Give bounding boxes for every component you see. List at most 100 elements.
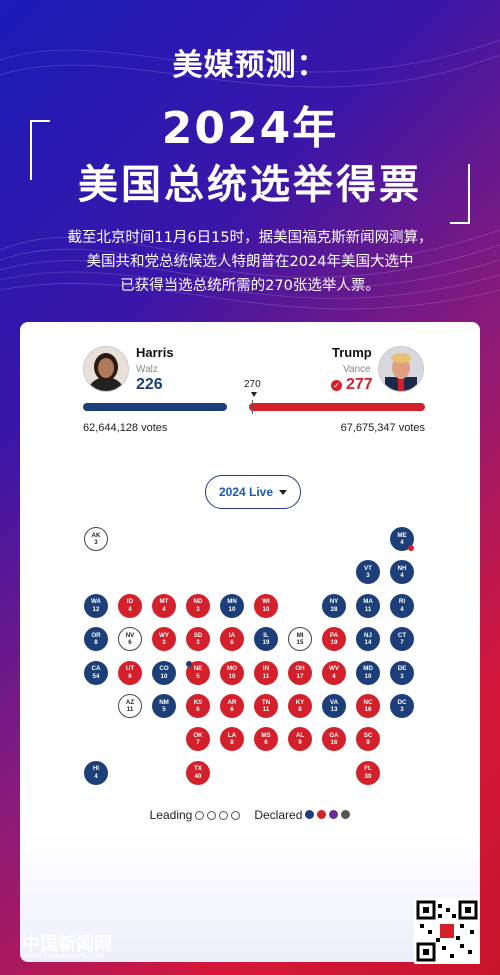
state-abbr: LA xyxy=(227,731,237,739)
state-il[interactable]: IL 19 xyxy=(254,627,278,652)
state-ev: 4 xyxy=(400,605,404,613)
state-ga[interactable]: GA 16 xyxy=(322,727,346,752)
state-pa[interactable]: PA 19 xyxy=(322,627,346,652)
state-abbr: IL xyxy=(263,631,269,639)
state-id[interactable]: ID 4 xyxy=(118,593,142,618)
state-ev: 9 xyxy=(366,739,370,747)
state-ev: 3 xyxy=(162,639,166,647)
state-ev: 11 xyxy=(364,605,372,613)
state-ct[interactable]: CT 7 xyxy=(390,627,414,652)
state-ev: 3 xyxy=(400,672,404,680)
chevron-down-icon xyxy=(279,489,288,495)
state-fl[interactable]: FL 30 xyxy=(356,760,380,785)
state-wy[interactable]: WY 3 xyxy=(152,627,176,652)
state-abbr: AZ xyxy=(125,698,135,706)
description: 截至北京时间11月6日15时，据美国福克斯新闻网测算， 美国共和党总统候选人特朗… xyxy=(20,226,480,298)
state-ks[interactable]: KS 6 xyxy=(186,694,210,718)
state-abbr: KS xyxy=(193,698,203,706)
state-wa[interactable]: WA 12 xyxy=(84,593,108,618)
legend-leading-swatch xyxy=(231,810,241,820)
state-nj[interactable]: NJ 14 xyxy=(356,627,380,652)
state-az[interactable]: AZ 11 xyxy=(118,694,142,718)
state-de[interactable]: DE 3 xyxy=(390,660,414,685)
harris-popular-votes: 62,644,128 votes xyxy=(83,422,168,434)
state-wi[interactable]: WI 10 xyxy=(254,593,278,618)
state-abbr: WA xyxy=(91,598,101,606)
state-ak[interactable]: AK 3 xyxy=(84,527,108,551)
state-ok[interactable]: OK 7 xyxy=(186,727,210,752)
state-oh[interactable]: OH 17 xyxy=(288,660,312,685)
state-nm[interactable]: NM 5 xyxy=(152,694,176,718)
state-ev: 10 xyxy=(160,672,168,680)
state-tx[interactable]: TX 40 xyxy=(186,760,210,785)
state-abbr: VT xyxy=(364,564,372,572)
state-dc[interactable]: DC 3 xyxy=(390,694,414,718)
state-nc[interactable]: NC 16 xyxy=(356,694,380,718)
state-sd[interactable]: SD 3 xyxy=(186,627,210,652)
state-co[interactable]: CO 10 xyxy=(152,660,176,685)
state-abbr: MN xyxy=(227,598,237,606)
state-or[interactable]: OR 8 xyxy=(84,627,108,652)
state-md[interactable]: MD 10 xyxy=(356,660,380,685)
state-abbr: MS xyxy=(261,731,271,739)
state-la[interactable]: LA 8 xyxy=(220,727,244,752)
state-mo[interactable]: MO 10 xyxy=(220,660,244,685)
description-line: 截至北京时间11月6日15时，据美国福克斯新闻网测算， xyxy=(67,230,433,246)
state-ev: 19 xyxy=(330,639,338,647)
main-title: 美国总统选举得票 xyxy=(78,162,422,208)
trump-avatar xyxy=(378,346,424,392)
legend-declared-swatch xyxy=(305,810,315,819)
state-abbr: KY xyxy=(295,698,305,706)
state-abbr: MD xyxy=(363,665,373,673)
state-va[interactable]: VA 13 xyxy=(322,694,346,718)
state-ia[interactable]: IA 6 xyxy=(220,627,244,652)
state-ev: 3 xyxy=(196,605,200,613)
state-ev: 6 xyxy=(264,739,268,747)
trump-vp: Vance xyxy=(343,364,371,375)
state-ev: 8 xyxy=(230,739,234,747)
state-mi[interactable]: MI 15 xyxy=(288,627,312,652)
state-ma[interactable]: MA 11 xyxy=(356,593,380,618)
state-tn[interactable]: TN 11 xyxy=(254,694,278,718)
state-wv[interactable]: WV 4 xyxy=(322,660,346,685)
state-vt[interactable]: VT 3 xyxy=(356,560,380,585)
state-hi[interactable]: HI 4 xyxy=(84,760,108,785)
state-abbr: PA xyxy=(329,631,339,639)
state-ev: 10 xyxy=(364,672,372,680)
state-ev: 28 xyxy=(330,605,338,613)
state-ca[interactable]: CA 54 xyxy=(84,660,108,685)
harris-avatar xyxy=(83,346,129,392)
state-ny[interactable]: NY 28 xyxy=(322,593,346,618)
state-mt[interactable]: MT 4 xyxy=(152,593,176,618)
state-abbr: OK xyxy=(193,731,203,739)
state-abbr: MT xyxy=(159,598,169,606)
state-nv[interactable]: NV 6 xyxy=(118,627,142,652)
description-line: 美国共和党总统候选人特朗普在2024年美国大选中 xyxy=(86,254,414,270)
state-ms[interactable]: MS 6 xyxy=(254,727,278,752)
state-abbr: NY xyxy=(329,598,339,606)
state-al[interactable]: AL 9 xyxy=(288,727,312,752)
state-nd[interactable]: ND 3 xyxy=(186,593,210,618)
live-dropdown[interactable]: 2024 Live xyxy=(205,475,301,509)
state-ev: 6 xyxy=(230,639,234,647)
state-ut[interactable]: UT 6 xyxy=(118,660,142,685)
state-ky[interactable]: KY 8 xyxy=(288,694,312,718)
state-ev: 4 xyxy=(400,539,404,546)
state-nh[interactable]: NH 4 xyxy=(390,560,414,585)
state-ev: 7 xyxy=(400,639,404,647)
state-ri[interactable]: RI 4 xyxy=(390,593,414,618)
harris-vp: Walz xyxy=(136,364,158,375)
state-mn[interactable]: MN 10 xyxy=(220,593,244,618)
state-ev: 3 xyxy=(196,639,200,647)
legend-declared-swatch xyxy=(341,810,351,819)
state-sc[interactable]: SC 9 xyxy=(356,727,380,752)
state-abbr: NV xyxy=(125,631,135,639)
state-ev: 11 xyxy=(262,706,270,713)
state-ev: 10 xyxy=(228,672,236,680)
state-ev: 17 xyxy=(296,672,304,680)
state-ar[interactable]: AR 6 xyxy=(220,694,244,718)
state-abbr: DE xyxy=(397,665,407,673)
state-abbr: ND xyxy=(193,598,203,606)
state-in[interactable]: IN 11 xyxy=(254,660,278,685)
state-ev: 7 xyxy=(196,739,200,747)
